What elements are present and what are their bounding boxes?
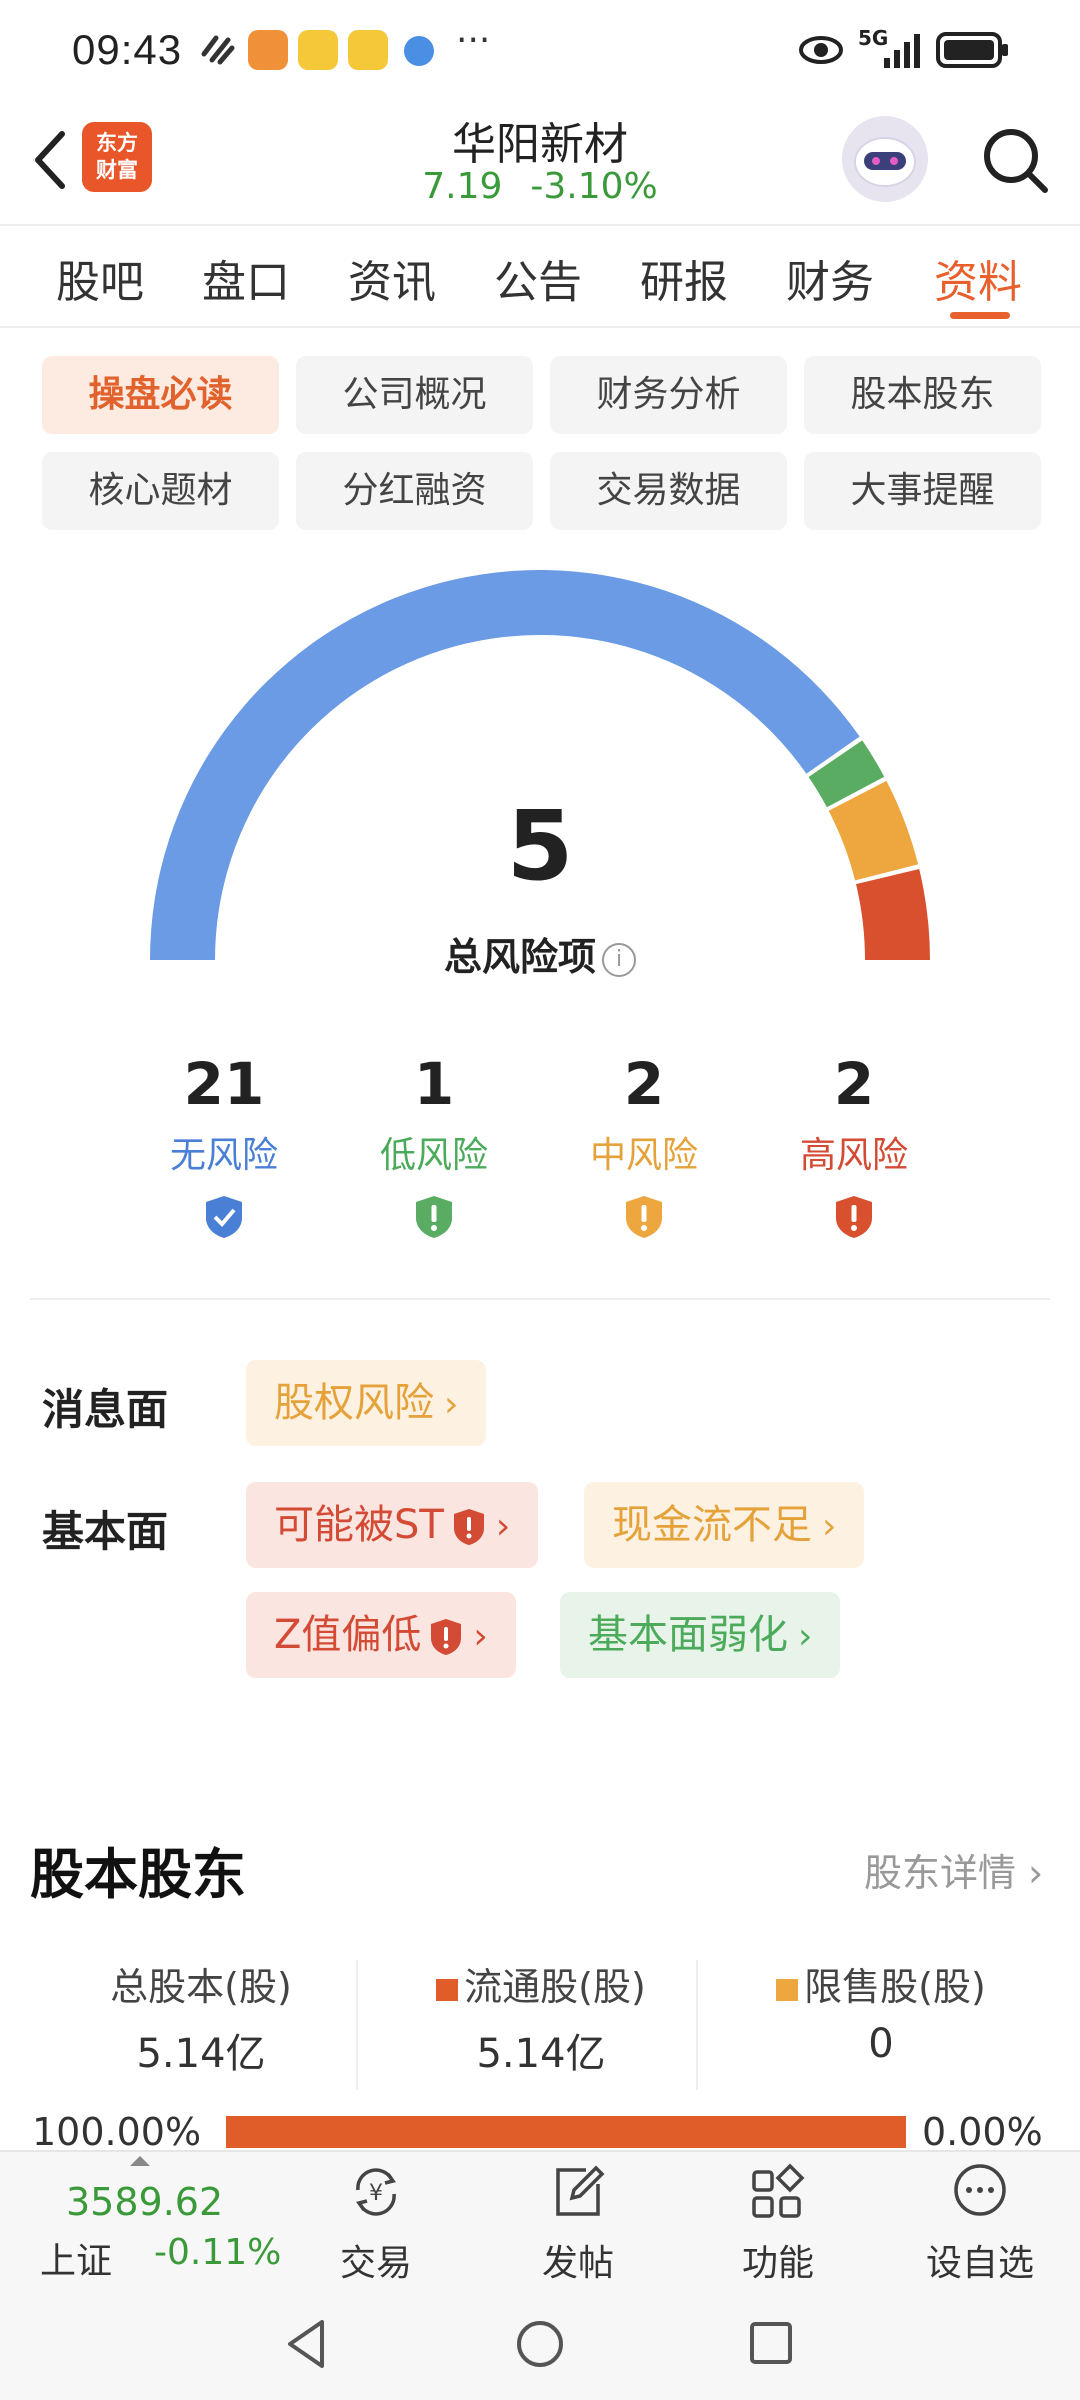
caret-up-icon[interactable] [130,2156,150,2166]
warning-shield-icon [416,1196,452,1238]
warning-shield-icon [431,1619,462,1655]
warning-shield-icon [453,1509,484,1545]
chevron-right-icon: › [495,1506,511,1547]
subtab-company-overview[interactable]: 公司概况 [296,356,533,434]
tab-pankou[interactable]: 盘口 [202,246,290,310]
subtab-financial-analysis[interactable]: 财务分析 [550,356,787,434]
tab-guba[interactable]: 股吧 [56,246,144,310]
risk-tag-st[interactable]: 可能被ST › [246,1482,539,1568]
risk-low[interactable]: 1 低风险 [334,1050,534,1244]
post-icon [556,2165,605,2216]
float-share-bar [226,2116,906,2148]
svg-text:¥: ¥ [369,2181,383,2206]
risk-tag-weak-fundamentals[interactable]: 基本面弱化 › [560,1592,841,1678]
app-notify-icon [201,35,235,65]
warning-shield-icon [836,1196,872,1238]
heart-app-icon [248,30,288,70]
back-icon[interactable] [22,120,82,200]
check-shield-icon [206,1196,242,1238]
nav-post[interactable]: 发帖 [508,2160,648,2286]
chevron-right-icon: › [444,1384,459,1425]
nav-trade[interactable]: ¥ 交易 [306,2160,446,2286]
signal-icon [884,34,920,68]
apps-icon [752,2163,805,2218]
index-value[interactable]: 3589.62 [66,2180,223,2224]
trade-icon: ¥ [356,2168,396,2216]
chevron-right-icon: › [1028,1851,1044,1895]
risk-tag-zscore[interactable]: Z值偏低 › [246,1592,516,1678]
stock-change: -3.10% [530,166,658,207]
divider [0,326,1080,328]
system-back-icon[interactable] [282,2316,332,2372]
nav-functions[interactable]: 功能 [708,2160,848,2286]
tab-finance[interactable]: 财务 [786,246,874,310]
status-bar: 09:43 ··· 5G [0,0,1080,100]
status-time: 09:43 [72,26,183,73]
legend-swatch [776,1978,799,2001]
subtab-dividends[interactable]: 分红融资 [296,452,533,530]
legend-swatch [436,1978,459,2001]
restricted-shares: 限售股(股) 0 [716,1956,1046,2067]
fundamental-risk-label: 基本面 [42,1507,169,1556]
tab-news[interactable]: 资讯 [348,246,436,310]
system-home-icon[interactable] [514,2318,566,2370]
nav-add-watchlist[interactable]: 设自选 [910,2160,1050,2286]
subtab-shareholders[interactable]: 股本股东 [804,356,1041,434]
total-risk-count: 5 [506,790,574,902]
stock-quote: 7.19 -3.10% [340,166,740,207]
risk-none[interactable]: 21 无风险 [124,1050,324,1244]
subtab-trading-guide[interactable]: 操盘必读 [42,356,279,434]
stock-name: 华阳新材 [452,119,628,170]
info-icon[interactable]: i [602,942,636,977]
tab-profile[interactable]: 资料 [934,246,1022,310]
divider [30,1298,1050,1300]
risk-tag-cashflow[interactable]: 现金流不足 › [584,1482,865,1568]
search-icon[interactable] [975,120,1055,200]
risk-medium[interactable]: 2 中风险 [544,1050,744,1244]
float-pct: 100.00% [32,2110,202,2154]
stock-price: 7.19 [422,166,503,207]
news-risk-label: 消息面 [42,1385,169,1434]
eye-icon [799,36,843,64]
restricted-pct: 0.00% [922,2110,1043,2154]
assistant-avatar[interactable] [842,116,928,202]
active-tab-indicator [950,312,1010,319]
warning-shield-icon [626,1196,662,1238]
float-shares: 流通股(股) 5.14亿 [376,1956,706,2079]
divider [0,224,1080,226]
divider [696,1960,698,2090]
index-name[interactable]: 上证 [40,2232,112,2284]
more-notifications-icon: ··· [456,20,491,61]
shareholder-details-link[interactable]: 股东详情 › [864,1842,1043,1897]
total-shares: 总股本(股) 5.14亿 [110,1965,292,2077]
index-change[interactable]: -0.11% [154,2232,281,2273]
battery-icon [936,32,1008,68]
chevron-right-icon: › [473,1616,488,1657]
subtab-core-themes[interactable]: 核心题材 [42,452,279,530]
subtab-events[interactable]: 大事提醒 [804,452,1041,530]
subtab-trading-data[interactable]: 交易数据 [550,452,787,530]
tab-announcements[interactable]: 公告 [494,246,582,310]
risk-high[interactable]: 2 高风险 [754,1050,954,1244]
chevron-right-icon: › [822,1506,837,1547]
weibo-icon [298,30,338,70]
risk-tag-equity[interactable]: 股权风险 › [246,1360,487,1446]
section-title-equity: 股本股东 [30,1843,246,1906]
weibo-icon [348,30,388,70]
tab-research[interactable]: 研报 [640,246,728,310]
app-logo: 东方 财富 [82,122,152,192]
gauge-segment [856,868,930,960]
divider [356,1960,358,2090]
more-icon [954,2164,1006,2216]
chevron-right-icon: › [798,1616,813,1657]
total-risk-label: 总风险项 i [380,926,700,981]
browser-icon [404,36,434,66]
system-recents-icon[interactable] [748,2320,794,2366]
